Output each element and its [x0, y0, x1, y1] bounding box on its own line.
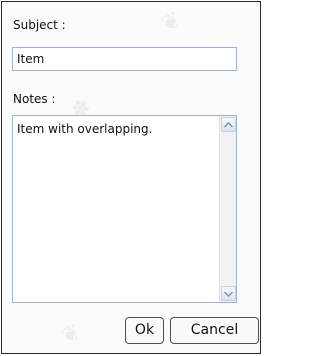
notes-label: Notes :: [13, 92, 56, 106]
dialog-panel: ❦ ✽ ✦ ❦ Subject : Item Notes : Item with…: [1, 1, 261, 354]
subject-label: Subject :: [13, 18, 66, 32]
scroll-down-button[interactable]: [221, 286, 236, 301]
chevron-down-icon: [224, 290, 233, 297]
scroll-up-button[interactable]: [221, 117, 236, 132]
subject-input[interactable]: Item: [12, 47, 237, 71]
notes-scrollbar[interactable]: [219, 116, 236, 302]
notes-text: Item with overlapping.: [17, 122, 153, 136]
watermark-decoration: ❦: [157, 7, 185, 38]
notes-textarea[interactable]: Item with overlapping.: [12, 115, 237, 303]
ok-button[interactable]: Ok: [125, 317, 164, 344]
watermark-decoration: ❦: [57, 319, 85, 350]
cancel-button[interactable]: Cancel: [170, 317, 259, 344]
chevron-up-icon: [224, 121, 233, 128]
